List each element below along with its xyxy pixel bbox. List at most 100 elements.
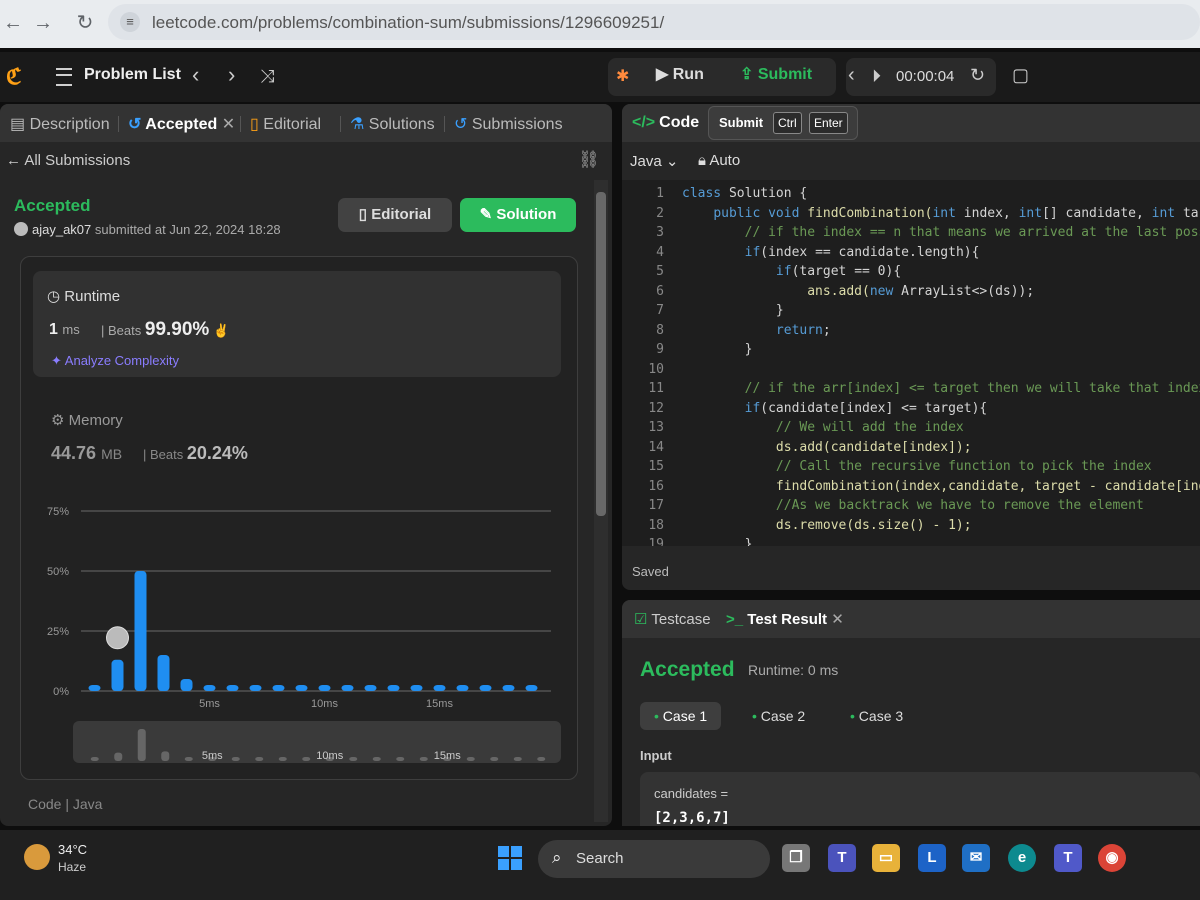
left-scrollbar[interactable] xyxy=(594,180,608,822)
code-line[interactable]: 17 //As we backtrack we have to remove t… xyxy=(622,496,1143,515)
weather-temperature[interactable]: 34°C xyxy=(58,842,87,857)
teams-icon[interactable]: T xyxy=(828,844,856,872)
code-line[interactable]: 12 if(candidate[index] <= target){ xyxy=(622,399,987,418)
code-editor[interactable]: 1 class Solution {2 public void findCombi… xyxy=(622,180,1200,546)
chart-bar[interactable] xyxy=(502,685,515,691)
run-button[interactable]: ▶ Run xyxy=(656,64,704,84)
chart-bar[interactable] xyxy=(272,685,285,691)
close-tab-icon[interactable]: ✕ xyxy=(831,611,844,628)
next-problem-icon[interactable]: › xyxy=(228,62,235,88)
language-selector[interactable]: Java ⌄ xyxy=(630,152,678,170)
chart-bar[interactable] xyxy=(341,685,354,691)
close-tab-icon[interactable]: ✕ xyxy=(222,116,235,133)
address-bar[interactable]: ≡ leetcode.com/problems/combination-sum/… xyxy=(108,4,1200,40)
code-line[interactable]: 16 findCombination(index,candidate, targ… xyxy=(622,477,1200,496)
avatar[interactable] xyxy=(14,222,28,236)
scrollbar-thumb[interactable] xyxy=(596,192,606,516)
problem-list-link[interactable]: Problem List xyxy=(84,66,181,84)
mini-range-chart[interactable]: 5ms 10ms 15ms xyxy=(73,721,561,763)
code-line[interactable]: 3 // if the index == n that means we arr… xyxy=(622,223,1200,242)
code-line[interactable]: 2 public void findCombination(int index,… xyxy=(622,204,1200,223)
analyze-complexity-link[interactable]: ✦ Analyze Complexity xyxy=(51,353,179,369)
chart-bar[interactable] xyxy=(525,685,538,691)
teams-work-icon[interactable]: T xyxy=(1054,844,1082,872)
browser-back-icon[interactable]: ← xyxy=(0,10,26,36)
reload-icon[interactable]: ↻ xyxy=(72,10,98,36)
case-2-tab[interactable]: • Case 2 xyxy=(738,702,819,730)
chart-bar[interactable] xyxy=(180,679,193,691)
tab-submissions[interactable]: ↺ Submissions xyxy=(454,114,563,134)
submit-button[interactable]: ⇪ Submit xyxy=(740,64,812,84)
chart-bar[interactable] xyxy=(295,685,308,691)
username[interactable]: ajay_ak07 xyxy=(32,222,91,237)
runtime-box[interactable]: ◷ Runtime 1 ms | Beats 99.90% ✌ ✦ Analyz… xyxy=(33,271,561,377)
chart-bar[interactable] xyxy=(433,685,446,691)
code-line[interactable]: 7 } xyxy=(622,301,784,320)
editorial-button[interactable]: ▯ Editorial xyxy=(338,198,452,232)
chart-bar[interactable] xyxy=(157,655,170,691)
chart-bar[interactable] xyxy=(88,685,101,691)
code-line[interactable]: 14 ds.add(candidate[index]); xyxy=(622,438,971,457)
browser-forward-icon[interactable]: → xyxy=(30,10,56,36)
chart-bar[interactable] xyxy=(203,685,216,691)
tab-editorial[interactable]: ▯ Editorial xyxy=(250,114,321,134)
edge-icon[interactable]: e xyxy=(1008,844,1036,872)
code-line[interactable]: 1 class Solution { xyxy=(622,184,807,203)
tab-test-result[interactable]: >_ Test Result ✕ xyxy=(726,610,844,628)
code-line[interactable]: 8 return; xyxy=(622,321,831,340)
chart-bar[interactable] xyxy=(410,685,423,691)
code-line[interactable]: 13 // We will add the index xyxy=(622,418,963,437)
file-explorer-icon[interactable]: ▭ xyxy=(872,844,900,872)
share-link-icon[interactable]: ⛓ xyxy=(578,150,600,170)
collapse-timer-icon[interactable]: ‹ xyxy=(848,64,855,87)
code-line[interactable]: 5 if(target == 0){ xyxy=(622,262,901,281)
code-line[interactable]: 9 } xyxy=(622,340,752,359)
chrome-icon[interactable]: ◉ xyxy=(1098,844,1126,872)
taskbar-search[interactable]: ⌕ Search xyxy=(538,840,770,878)
code-line[interactable]: 10 xyxy=(622,360,682,379)
debug-icon[interactable]: ✱ xyxy=(616,66,629,86)
case-1-tab[interactable]: • Case 1 xyxy=(640,702,722,730)
auto-mode-toggle[interactable]: 🔒︎ Auto xyxy=(698,152,740,169)
case-3-tab[interactable]: • Case 3 xyxy=(836,702,917,730)
weather-description[interactable]: Haze xyxy=(58,860,86,874)
chart-bar[interactable] xyxy=(134,571,147,691)
chart-bar[interactable] xyxy=(226,685,239,691)
chart-bar[interactable] xyxy=(249,685,262,691)
tab-description[interactable]: ▤ Description xyxy=(10,114,110,134)
solution-button[interactable]: ✎ Solution xyxy=(460,198,576,232)
l-app-icon[interactable]: L xyxy=(918,844,946,872)
chart-bar[interactable] xyxy=(318,685,331,691)
mail-icon[interactable]: ✉ xyxy=(962,844,990,872)
reset-timer-icon[interactable]: ↻ xyxy=(970,65,985,86)
chart-bar[interactable] xyxy=(387,685,400,691)
code-line[interactable]: 18 ds.remove(ds.size() - 1); xyxy=(622,516,971,535)
chart-bar[interactable] xyxy=(456,685,469,691)
code-line[interactable]: 15 // Call the recursive function to pic… xyxy=(622,457,1151,476)
memory-label[interactable]: ⚙ Memory xyxy=(51,411,123,429)
code-line[interactable]: 19 } xyxy=(622,535,752,546)
user-position-avatar[interactable] xyxy=(106,626,129,650)
start-icon[interactable] xyxy=(498,846,522,870)
chart-bar[interactable] xyxy=(479,685,492,691)
tab-code[interactable]: </> Code xyxy=(632,114,699,132)
weather-icon[interactable] xyxy=(24,844,50,870)
shuffle-icon[interactable]: ⤨ xyxy=(260,66,274,87)
notes-icon[interactable]: ▢ xyxy=(1012,65,1029,86)
chart-bar[interactable] xyxy=(111,659,124,691)
code-line[interactable]: 6 ans.add(new ArrayList<>(ds)); xyxy=(622,282,1034,301)
chart-bar[interactable] xyxy=(364,685,377,691)
prev-problem-icon[interactable]: ‹ xyxy=(192,62,199,88)
tab-solutions[interactable]: ⚗ Solutions xyxy=(350,114,435,134)
task-view-icon[interactable]: ❐ xyxy=(782,844,810,872)
timer-play-icon[interactable]: ⏵ xyxy=(872,66,881,87)
code-line[interactable]: 11 // if the arr[index] <= target then w… xyxy=(622,379,1200,398)
leetcode-logo-icon[interactable]: ℭ xyxy=(6,65,30,89)
site-info-icon[interactable]: ≡ xyxy=(120,12,140,32)
tab-testcase[interactable]: ☑ Testcase xyxy=(634,610,711,628)
code-line[interactable]: 4 if(index == candidate.length){ xyxy=(622,243,979,262)
code-text: findCombination(index,candidate, target … xyxy=(682,478,1200,494)
tab-accepted[interactable]: ↺ Accepted ✕ xyxy=(128,114,235,134)
line-number: 2 xyxy=(656,205,664,221)
all-submissions-link[interactable]: ← All Submissions xyxy=(6,152,130,169)
